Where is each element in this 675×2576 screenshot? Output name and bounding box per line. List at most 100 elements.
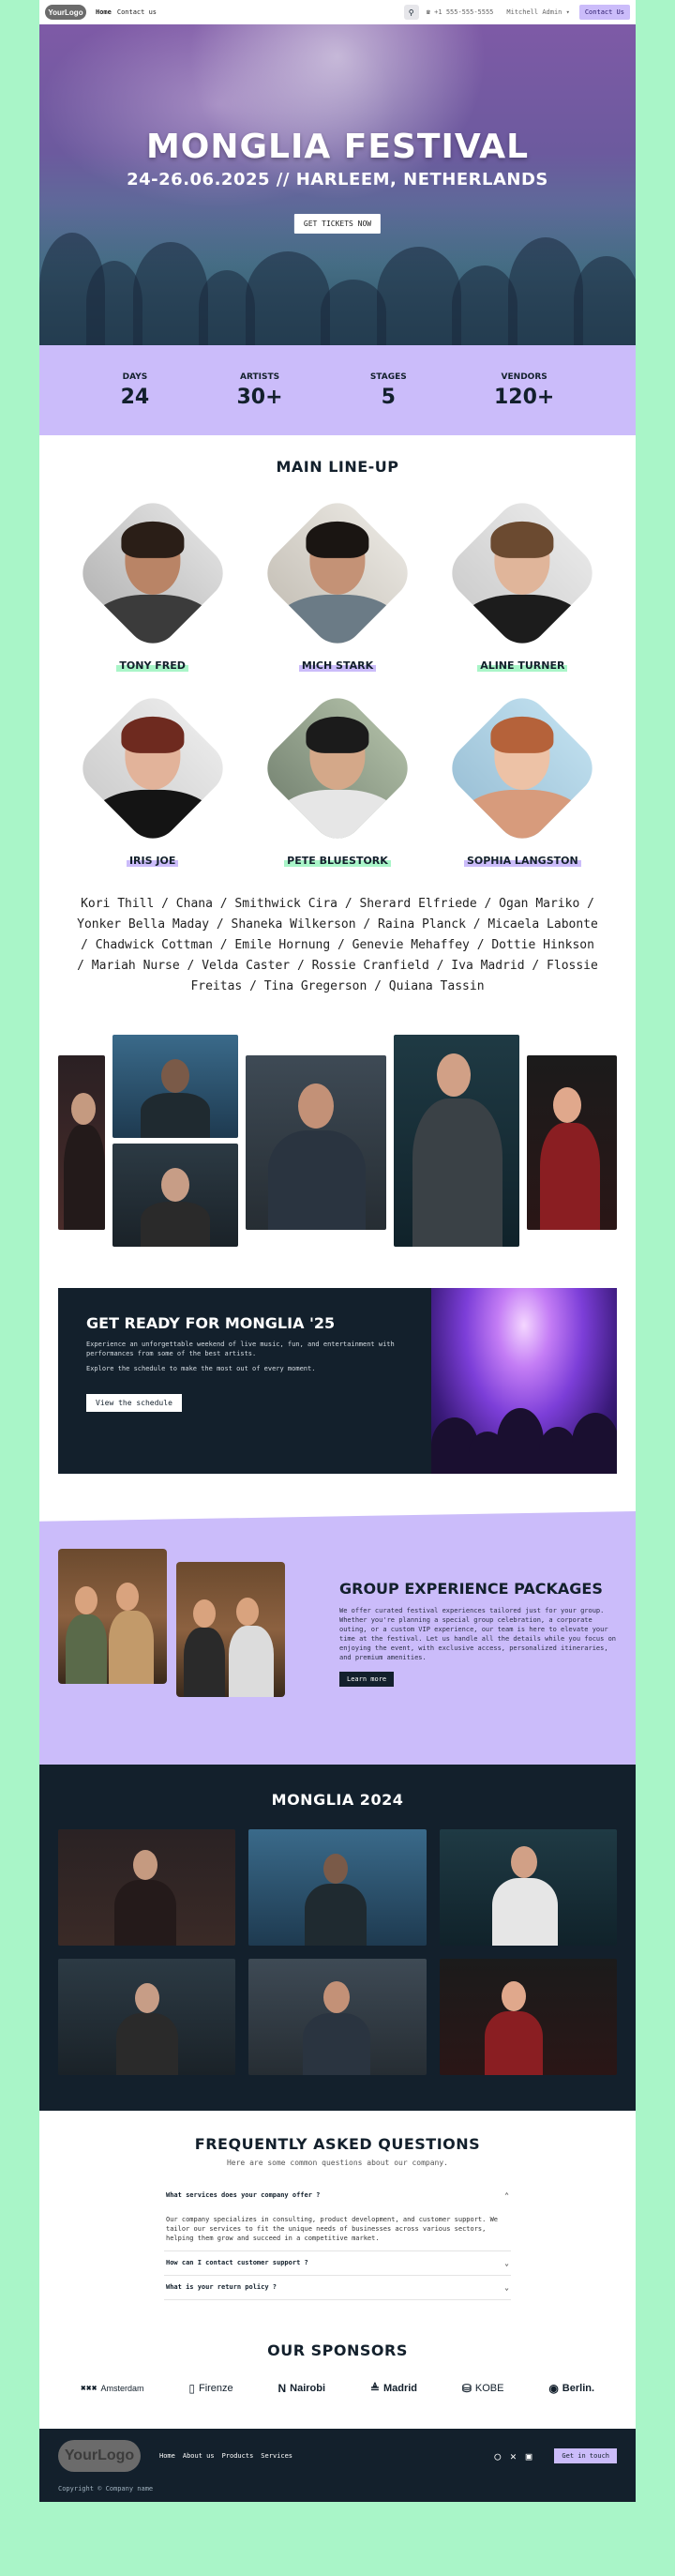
gallery-photo[interactable] [439, 1829, 617, 1946]
group-packages-title: GROUP EXPERIENCE PACKAGES [339, 1580, 603, 1598]
footer-link-services[interactable]: Services [261, 2452, 292, 2460]
stat-value: 24 [120, 385, 150, 409]
faq-item[interactable]: What is your return policy ? ⌄ [164, 2276, 511, 2300]
schedule-banner-title: GET READY FOR MONGLIA '25 [86, 1314, 336, 1332]
sponsor-logo[interactable]: ✖✖✖ Amsterdam [81, 2384, 144, 2393]
artist-photo [256, 492, 419, 655]
m-logo-icon: ≜ [369, 2382, 380, 2395]
hero-subtitle: 24-26.06.2025 // HARLEEM, NETHERLANDS [127, 170, 548, 189]
sponsor-name: KOBE [474, 2383, 504, 2394]
sponsor-logo[interactable]: ⛁ KOBE [462, 2382, 504, 2395]
sponsor-name: Madrid [382, 2383, 418, 2394]
artist-name: ALINE TURNER [477, 659, 568, 672]
artist-card[interactable]: PETE BLUESTORK [245, 687, 429, 868]
gallery-photo[interactable] [439, 1959, 617, 2075]
group-packages-section: GROUP EXPERIENCE PACKAGES We offer curat… [39, 1511, 636, 1765]
gallery-title: MONGLIA 2024 [271, 1791, 404, 1809]
learn-more-button[interactable]: Learn more [339, 1672, 395, 1687]
faq-subtitle: Here are some common questions about our… [226, 2159, 448, 2167]
artist-card[interactable]: TONY FRED [60, 492, 245, 673]
view-schedule-button[interactable]: View the schedule [86, 1394, 182, 1412]
page: YourLogo Home Contact us ⚲ ☎ +1 555-555-… [39, 0, 636, 2502]
artist-name: MICH STARK [298, 659, 377, 672]
collage-photo [112, 1144, 238, 1247]
pillars-icon: ▯ [188, 2382, 195, 2395]
kobe-icon: ⛁ [461, 2382, 472, 2395]
group-packages-paragraph: We offer curated festival experiences ta… [339, 1607, 617, 1661]
artist-card[interactable]: SOPHIA LANGSTON [430, 687, 615, 868]
artist-photo [256, 687, 419, 850]
gallery-photo[interactable] [58, 1829, 236, 1946]
artist-name: TONY FRED [116, 659, 188, 672]
footer-link-about[interactable]: About us [183, 2452, 215, 2460]
collage-photo [394, 1035, 519, 1247]
stat-artists: ARTISTS 30+ [237, 372, 283, 409]
faq-section: FREQUENTLY ASKED QUESTIONS Here are some… [39, 2111, 636, 2319]
sponsor-logo[interactable]: ≜ Madrid [370, 2382, 417, 2395]
search-icon[interactable]: ⚲ [403, 5, 419, 20]
artist-card[interactable]: ALINE TURNER [430, 492, 615, 673]
gallery-2024-section: MONGLIA 2024 [39, 1765, 636, 2111]
footer-link-products[interactable]: Products [222, 2452, 254, 2460]
hero-banner: MONGLIA FESTIVAL 24-26.06.2025 // HARLEE… [39, 24, 636, 345]
artist-photo [71, 492, 233, 655]
collage-photo [58, 1055, 105, 1230]
nav-link-home[interactable]: Home [96, 8, 112, 16]
phone-text: +1 555-555-5555 [434, 8, 494, 16]
gallery-photo[interactable] [248, 1829, 427, 1946]
faq-question-row[interactable]: How can I contact customer support ? ⌄ [166, 2259, 509, 2267]
stat-label: VENDORS [501, 371, 548, 382]
sponsor-logos: ✖✖✖ Amsterdam ▯ Firenze N Nairobi ≜ Madr… [39, 2382, 636, 2395]
chevron-down-icon: ⌄ [504, 2259, 509, 2267]
user-menu[interactable]: Mitchell Admin ▾ [506, 8, 569, 16]
bear-icon: ◉ [548, 2382, 559, 2395]
artist-name: IRIS JOE [126, 855, 179, 867]
gallery-photo[interactable] [248, 1959, 427, 2075]
faq-answer: Our company specializes in consulting, p… [166, 2216, 499, 2242]
artist-card[interactable]: MICH STARK [245, 492, 429, 673]
contact-us-button[interactable]: Contact Us [578, 5, 630, 20]
stat-value: 30+ [236, 385, 283, 409]
phone-number[interactable]: ☎ +1 555-555-5555 [427, 8, 494, 16]
gallery-photo[interactable] [58, 1959, 236, 2075]
faq-question: How can I contact customer support ? [166, 2259, 308, 2266]
group-photo [58, 1549, 167, 1684]
sponsor-name: Firenze [198, 2383, 233, 2394]
stat-days: DAYS 24 [121, 372, 150, 409]
sponsors-title: OUR SPONSORS [267, 2341, 408, 2359]
sponsor-name: Berlin. [562, 2383, 595, 2394]
faq-question: What is your return policy ? [166, 2283, 278, 2291]
nav-link-contact[interactable]: Contact us [117, 8, 157, 16]
footer-logo[interactable]: YourLogo [58, 2440, 141, 2472]
get-in-touch-button[interactable]: Get in touch [554, 2448, 617, 2463]
sponsor-logo[interactable]: ▯ Firenze [188, 2382, 232, 2395]
phone-icon: ☎ [426, 8, 435, 16]
footer: YourLogo Home About us Products Services… [39, 2429, 636, 2502]
faq-title: FREQUENTLY ASKED QUESTIONS [194, 2135, 481, 2153]
x-twitter-icon[interactable]: ✕ [510, 2450, 517, 2462]
stats-bar: DAYS 24 ARTISTS 30+ STAGES 5 VENDORS 120… [39, 345, 636, 435]
stat-value: 5 [381, 385, 396, 409]
footer-link-home[interactable]: Home [159, 2452, 175, 2460]
faq-item[interactable]: What services does your company offer ? … [164, 2184, 511, 2251]
artist-name: SOPHIA LANGSTON [463, 855, 581, 867]
faq-item[interactable]: How can I contact customer support ? ⌄ [164, 2251, 511, 2276]
n-logo-icon: N [278, 2382, 287, 2395]
schedule-banner-text: GET READY FOR MONGLIA '25 Experience an … [58, 1288, 431, 1474]
artist-card[interactable]: IRIS JOE [60, 687, 245, 868]
github-icon[interactable]: ◯ [495, 2450, 502, 2462]
sponsor-logo[interactable]: N Nairobi [278, 2382, 325, 2395]
copyright-text: Copyright © Company name [58, 2485, 154, 2493]
faq-question-row[interactable]: What services does your company offer ? … [166, 2191, 509, 2200]
sponsor-logo[interactable]: ◉ Berlin. [548, 2382, 594, 2395]
stat-label: DAYS [122, 371, 148, 382]
group-photo [176, 1562, 285, 1697]
chevron-down-icon: ⌄ [504, 2283, 509, 2292]
faq-question-row[interactable]: What is your return policy ? ⌄ [166, 2283, 509, 2292]
hero-title: MONGLIA FESTIVAL [145, 128, 530, 166]
get-tickets-button[interactable]: GET TICKETS NOW [293, 214, 382, 234]
stat-stages: STAGES 5 [370, 372, 407, 409]
schedule-banner: GET READY FOR MONGLIA '25 Experience an … [58, 1288, 617, 1474]
instagram-icon[interactable]: ▣ [526, 2450, 532, 2462]
site-logo[interactable]: YourLogo [45, 5, 86, 20]
